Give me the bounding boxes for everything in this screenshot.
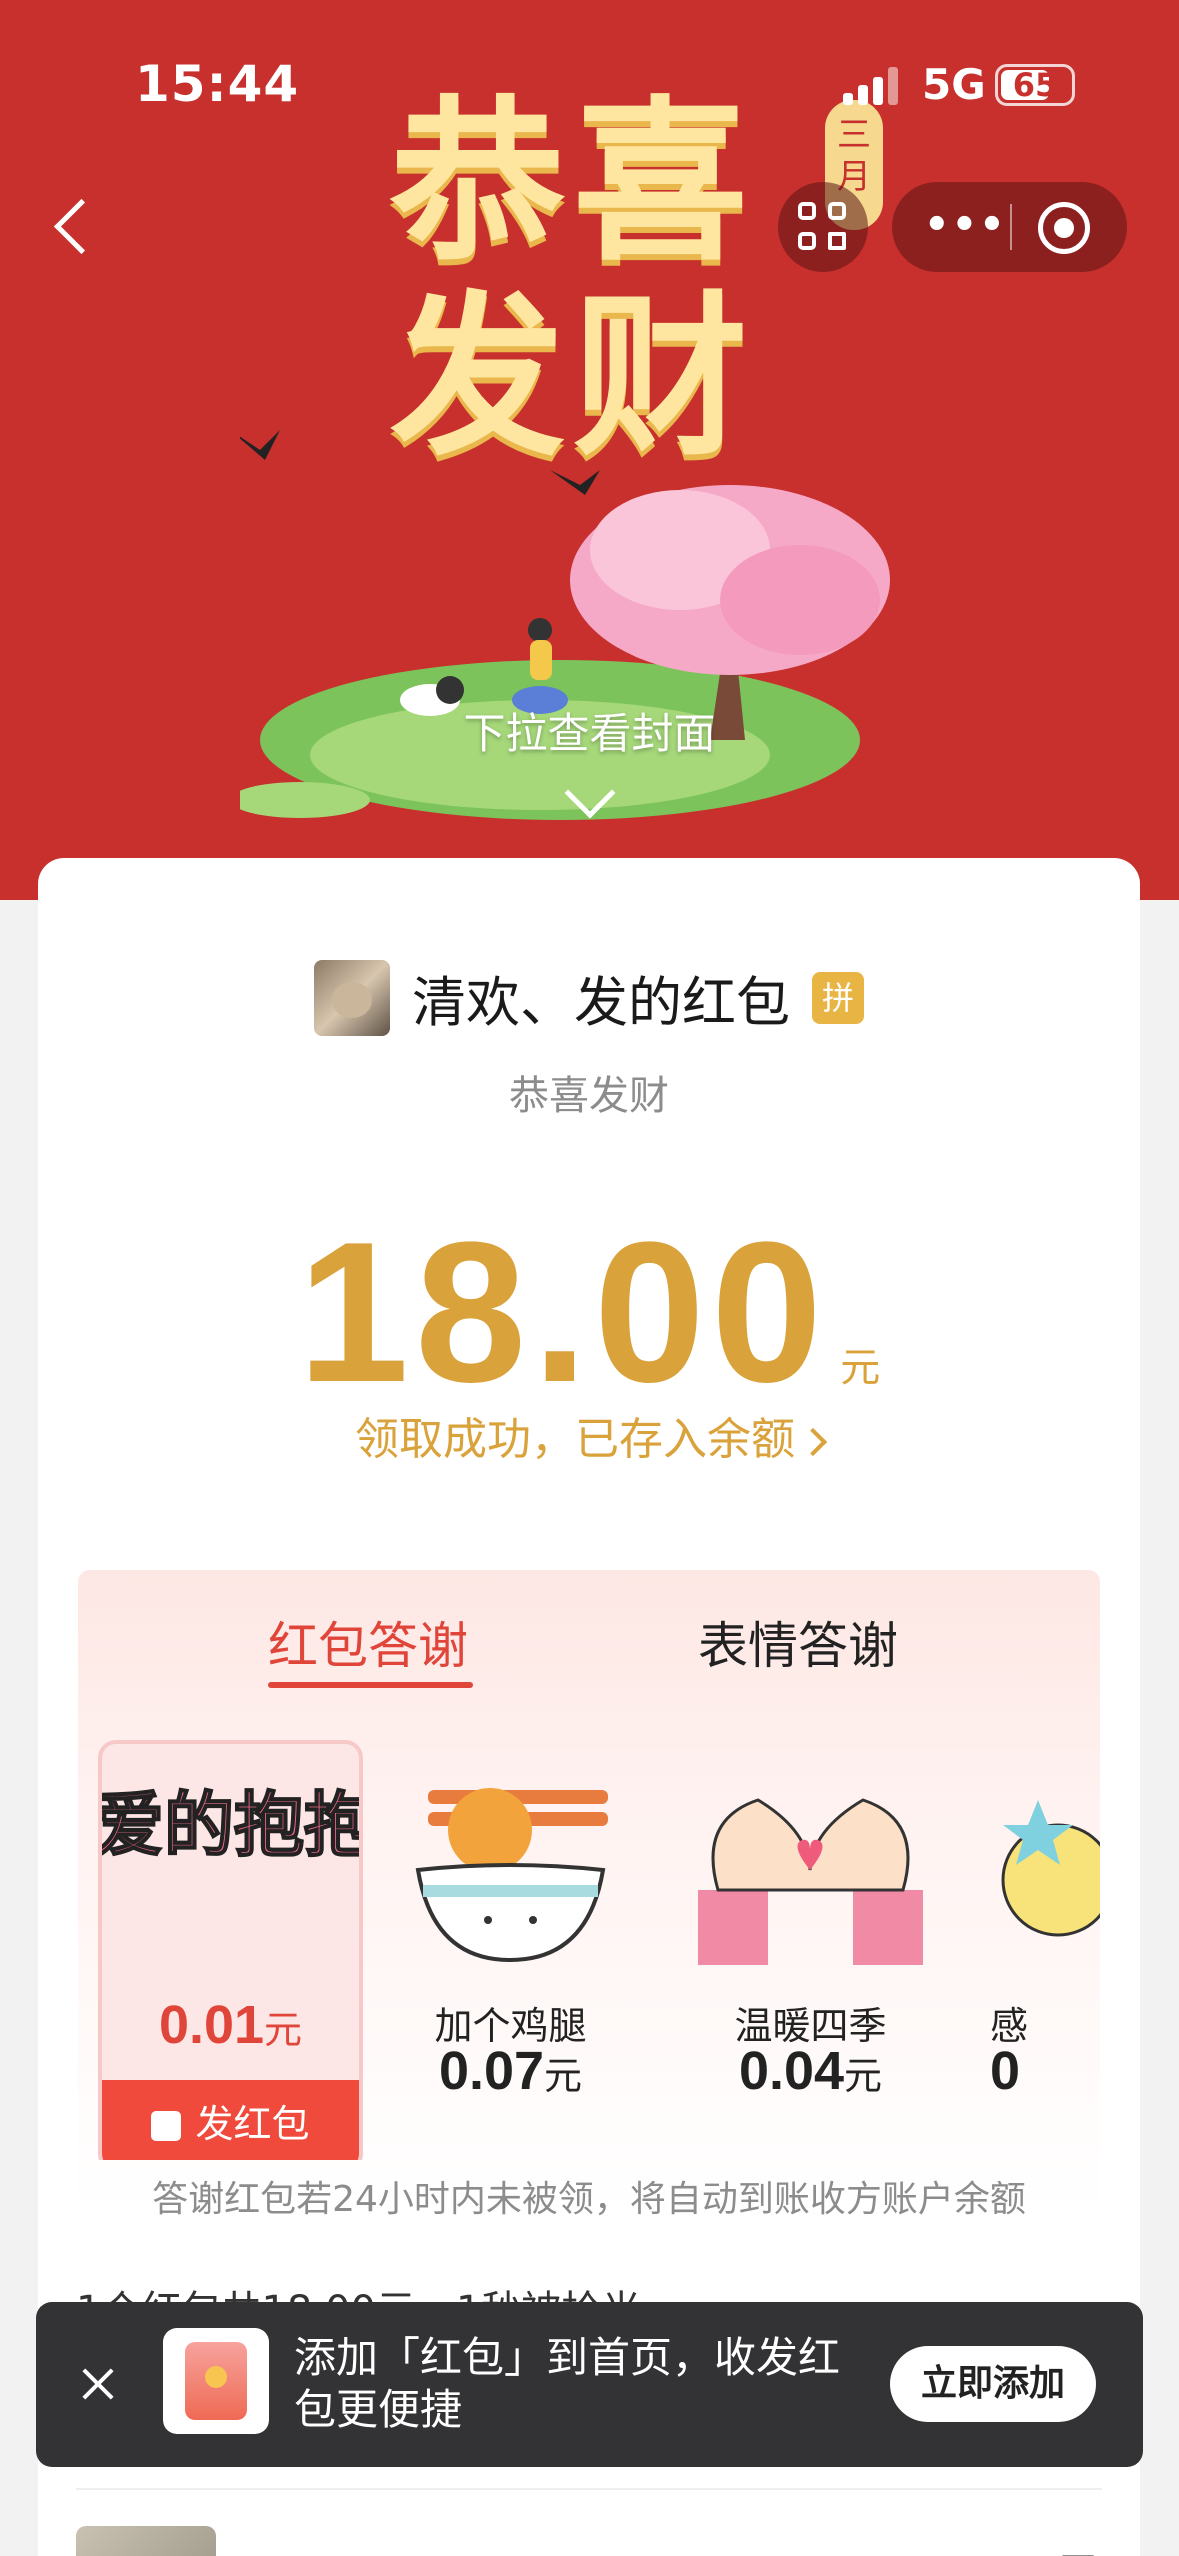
wish-text: 恭喜发财	[509, 1073, 669, 1119]
close-icon[interactable]	[76, 2362, 120, 2406]
list-divider	[76, 2488, 1102, 2490]
close-mini-program-icon[interactable]	[1038, 202, 1090, 254]
network-label: 5G	[922, 60, 986, 109]
back-button[interactable]	[40, 185, 110, 265]
sender-row: 清欢、发的红包 拼	[38, 958, 1140, 1038]
receiver-avatar[interactable]	[76, 2526, 216, 2556]
toast-message: 添加「红包」到首页，收发红包更便捷	[294, 2333, 841, 2434]
mini-program-capsule: •••	[892, 182, 1127, 272]
chevron-right-icon	[798, 1427, 828, 1457]
scan-icon[interactable]	[778, 182, 868, 272]
red-packet-app-icon	[163, 2328, 269, 2434]
gift-list: 爱的抱抱 0.01元 发红包 加个鸡腿 0.07元 温暖四季 0.04元 感 0	[78, 1740, 1100, 2160]
gift-price: 0.01元	[158, 1995, 303, 2055]
add-to-home-toast: 添加「红包」到首页，收发红包更便捷 立即添加	[36, 2302, 1143, 2467]
balance-link-label: 领取成功，已存入余额	[355, 1414, 795, 1465]
svg-text:爱的抱抱: 爱的抱抱	[102, 1784, 363, 1866]
gift-item-hug[interactable]: 爱的抱抱 0.01元 发红包	[98, 1740, 363, 2160]
thanks-tabs: 红包答谢 表情答谢	[78, 1570, 1100, 1700]
gift-item-partial[interactable]: 感 0	[978, 1740, 1100, 2160]
amount-row: 18.00 元	[38, 1198, 1140, 1428]
more-icon[interactable]: •••	[924, 205, 1007, 245]
sender-name: 清欢、发的红包	[412, 971, 790, 1034]
hug-sticker: 爱的抱抱	[102, 1783, 363, 1867]
pin-badge: 拼	[812, 971, 864, 1024]
thanks-notice: 答谢红包若24小时内未被领，将自动到账收方账户余额	[152, 2179, 1026, 2220]
gift-price: 0.07元	[438, 2041, 583, 2101]
status-time: 15:44	[135, 55, 300, 113]
star-sticker-icon	[1001, 1800, 1100, 1937]
status-bar: 15:44 5G 65	[0, 0, 1179, 170]
battery-level: 65	[1012, 66, 1058, 104]
signal-icon	[843, 65, 903, 105]
sender-avatar[interactable]	[314, 959, 390, 1036]
gift-item-warm-seasons[interactable]: 温暖四季 0.04元	[678, 1740, 943, 2160]
capsule-divider	[1010, 204, 1012, 250]
tab-sticker-thanks[interactable]: 表情答谢	[698, 1606, 898, 1678]
amount-value: 18.00	[297, 1201, 829, 1424]
gift-price: 0	[990, 2041, 1021, 2101]
gift-item-chicken-leg[interactable]: 加个鸡腿 0.07元	[378, 1740, 643, 2160]
receiver-amount: 18.00元	[930, 2538, 1100, 2556]
rice-bowl-icon	[415, 1788, 608, 1963]
pull-down-hint: 下拉查看封面	[463, 709, 716, 758]
add-now-button[interactable]: 立即添加	[890, 2346, 1096, 2422]
amount-unit: 元	[840, 1345, 881, 1391]
thanks-panel: 红包答谢 表情答谢 爱的抱抱 0.01元 发红包 加个鸡腿 0.07元 温暖四季…	[78, 1570, 1100, 2210]
battery-icon: 65	[995, 64, 1075, 106]
tab-red-packet-thanks[interactable]: 红包答谢	[268, 1606, 468, 1678]
heart-hands-icon	[698, 1798, 923, 1965]
gift-price: 0.04元	[738, 2041, 883, 2101]
active-tab-indicator	[268, 1682, 473, 1688]
balance-link[interactable]: 领取成功，已存入余额	[38, 1403, 1140, 1467]
send-red-packet-button[interactable]: 发红包	[102, 2080, 359, 2160]
